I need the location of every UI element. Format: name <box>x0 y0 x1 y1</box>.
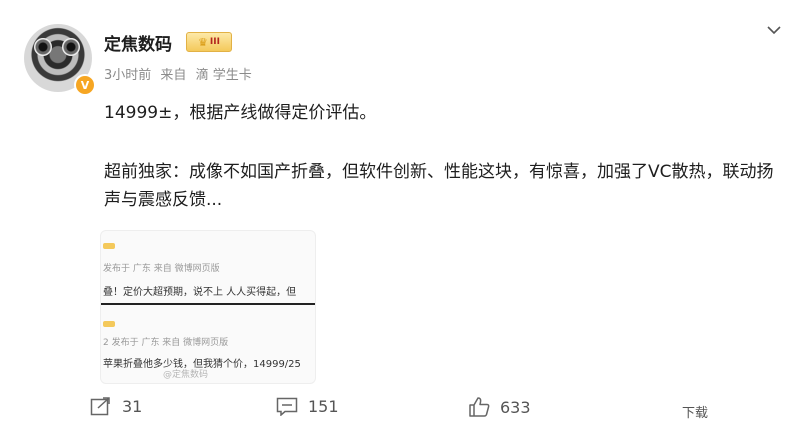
post-text-line1: 14999±，根据产线做得定价评估。 <box>104 103 377 123</box>
comment-button[interactable]: 151 <box>276 396 339 416</box>
weibo-post: V 定焦数码 ♛ III 3小时前 来自 滴 学生卡 14999±，根据产线做得… <box>0 0 800 434</box>
post-source[interactable]: 滴 学生卡 <box>196 68 252 83</box>
thumb-divider <box>101 303 315 305</box>
chevron-down-icon[interactable] <box>766 22 782 38</box>
download-button[interactable]: 下载 <box>682 402 708 421</box>
post-text-line2: 超前独家：成像不如国产折叠，但软件创新、性能这块，有惊喜，加强了VC散热，联动扬… <box>104 162 774 210</box>
share-button[interactable]: 31 <box>90 396 142 416</box>
post-meta: 3小时前 来自 滴 学生卡 <box>104 64 257 83</box>
comment-count: 151 <box>308 396 339 416</box>
like-count: 633 <box>500 397 531 417</box>
post-image-thumbnail[interactable]: 发布于 广东 来自 微博网页版 叠！定价大超预期，说不上 人人买得起，但 2 发… <box>100 230 316 384</box>
rank-badge-icon <box>103 321 115 327</box>
verified-badge-icon: V <box>74 74 96 96</box>
rank-badge-label: III <box>209 37 220 47</box>
thumb-text-1: 叠！定价大超预期，说不上 人人买得起，但 <box>103 287 297 298</box>
source-prefix: 来自 <box>160 68 187 83</box>
share-count: 31 <box>122 396 143 416</box>
thumbs-up-icon <box>469 397 490 417</box>
username[interactable]: 定焦数码 <box>104 30 172 55</box>
thumb-meta-1: 发布于 广东 来自 微博网页版 <box>103 264 220 274</box>
post-time[interactable]: 3小时前 <box>104 68 151 83</box>
rank-badge[interactable]: ♛ III <box>186 32 232 52</box>
thumb-meta-2: 2 发布于 广东 来自 微博网页版 <box>103 338 229 348</box>
crown-icon: ♛ <box>198 35 208 49</box>
comment-icon <box>276 397 298 416</box>
rank-badge-icon <box>103 243 115 249</box>
like-button[interactable]: 633 <box>468 396 531 418</box>
share-icon <box>90 397 110 416</box>
watermark: @定焦数码 <box>163 370 209 380</box>
